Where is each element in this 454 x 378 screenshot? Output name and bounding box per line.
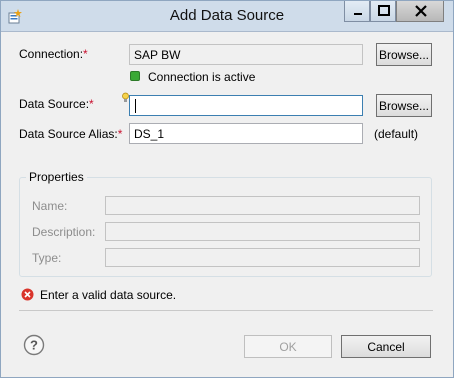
property-description-label: Description: (32, 225, 96, 239)
text-caret (135, 99, 136, 113)
minimize-icon (354, 13, 362, 15)
cancel-button[interactable]: Cancel (341, 335, 431, 358)
property-type-label: Type: (32, 251, 62, 265)
data-source-label: Data Source:* (19, 97, 94, 111)
close-button[interactable] (396, 1, 444, 22)
alias-default-note: (default) (374, 127, 419, 141)
property-description-field (105, 222, 420, 241)
property-name-field (105, 196, 420, 215)
property-type-field (105, 248, 420, 267)
help-icon: ? (23, 334, 45, 356)
close-icon (415, 5, 427, 17)
maximize-button[interactable] (370, 1, 396, 22)
minimize-button[interactable] (344, 1, 370, 22)
connection-label: Connection:* (19, 47, 88, 61)
connection-status-text: Connection is active (148, 70, 256, 84)
data-source-input[interactable] (129, 95, 363, 116)
alias-input[interactable]: DS_1 (129, 123, 363, 144)
maximize-icon (378, 5, 390, 16)
alias-label: Data Source Alias:* (19, 127, 123, 141)
property-name-label: Name: (32, 199, 68, 213)
connection-browse-button[interactable]: Browse... (376, 43, 432, 66)
data-source-browse-button[interactable]: Browse... (376, 94, 432, 117)
validation-message: Enter a valid data source. (40, 288, 177, 302)
error-icon (21, 288, 34, 301)
connection-field: SAP BW (129, 44, 363, 65)
title-bar[interactable]: Add Data Source (1, 1, 453, 32)
svg-text:?: ? (30, 338, 38, 353)
footer-separator (19, 310, 433, 311)
ok-button[interactable]: OK (244, 335, 332, 358)
properties-group-title: Properties (26, 170, 87, 184)
help-button[interactable]: ? (23, 334, 45, 356)
add-data-source-dialog: Add Data Source Connection:* SAP BW Brow… (0, 0, 454, 378)
connection-status-icon (130, 71, 140, 81)
